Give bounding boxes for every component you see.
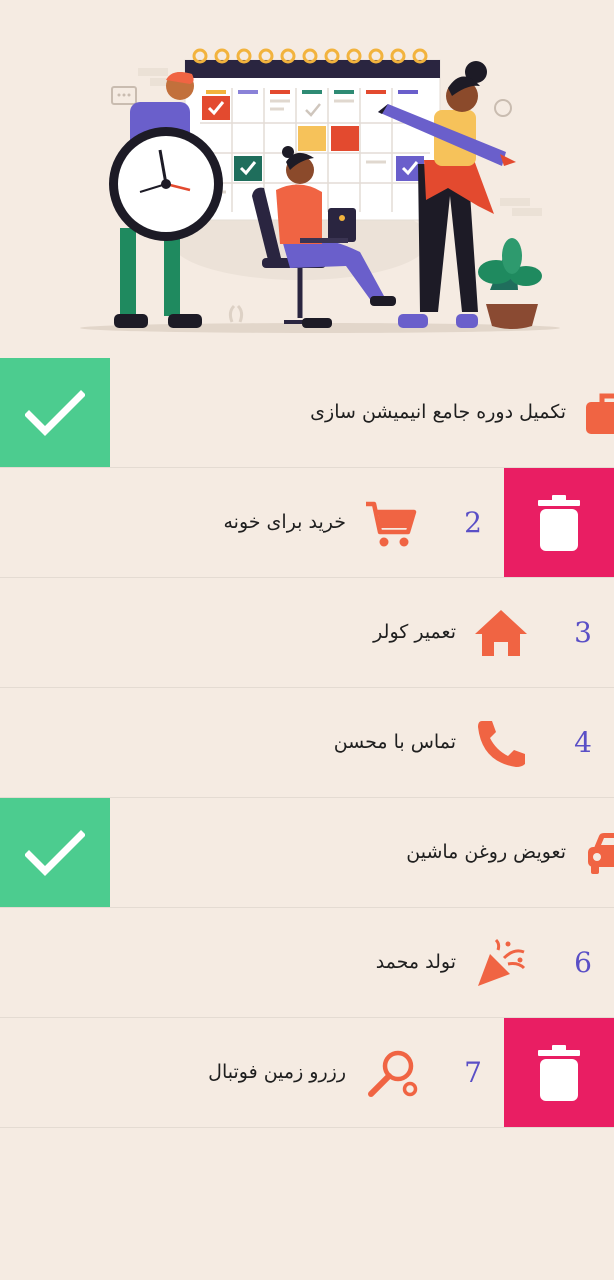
task-number: 6 [574, 946, 592, 979]
delete-button[interactable] [504, 1018, 614, 1127]
phone-icon [478, 721, 525, 767]
check-circle-icon [494, 99, 512, 117]
potted-plant [478, 238, 542, 329]
task-title: رزرو زمین فوتبال [208, 1061, 346, 1083]
task-row[interactable]: خرید برای خونه 2 [0, 468, 614, 578]
party-popper-icon [478, 938, 526, 986]
task-title: تعمیر کولر [373, 621, 456, 643]
task-number: 7 [464, 1056, 482, 1089]
task-title: تماس با محسن [333, 731, 456, 753]
trash-icon [538, 494, 580, 551]
check-icon [25, 389, 85, 436]
task-row[interactable]: تعمیر کولر 3 [0, 578, 614, 688]
mark-done-button[interactable] [0, 798, 110, 907]
racket-icon [368, 1050, 418, 1097]
task-title: تعویض روغن ماشین [406, 841, 566, 863]
chat-bubble-icon [111, 86, 137, 105]
trash-icon [538, 1044, 580, 1101]
home-icon [475, 610, 527, 656]
mark-done-button[interactable] [0, 358, 110, 467]
task-number: 4 [574, 726, 592, 759]
delete-button[interactable] [504, 468, 614, 577]
task-row[interactable]: تولد محمد 6 [0, 908, 614, 1018]
briefcase-icon [586, 393, 614, 434]
task-number: 3 [574, 616, 592, 649]
task-row[interactable]: تماس با محسن 4 [0, 688, 614, 798]
task-title: خرید برای خونه [223, 511, 346, 533]
task-row[interactable]: رزرو زمین فوتبال 7 [0, 1018, 614, 1128]
task-title: تولد محمد [375, 951, 456, 973]
task-row[interactable]: تعویض روغن ماشین 5 [0, 798, 614, 908]
car-icon [588, 833, 614, 874]
task-row[interactable]: تکمیل دوره جامع انیمیشن سازی 1 [0, 358, 614, 468]
task-number: 2 [464, 506, 482, 539]
check-icon [25, 829, 85, 876]
task-list: تکمیل دوره جامع انیمیشن سازی 1 خرید برای… [0, 358, 614, 1128]
hero-illustration [80, 48, 560, 333]
shopping-cart-icon [366, 501, 417, 547]
task-title: تکمیل دوره جامع انیمیشن سازی [310, 401, 566, 423]
